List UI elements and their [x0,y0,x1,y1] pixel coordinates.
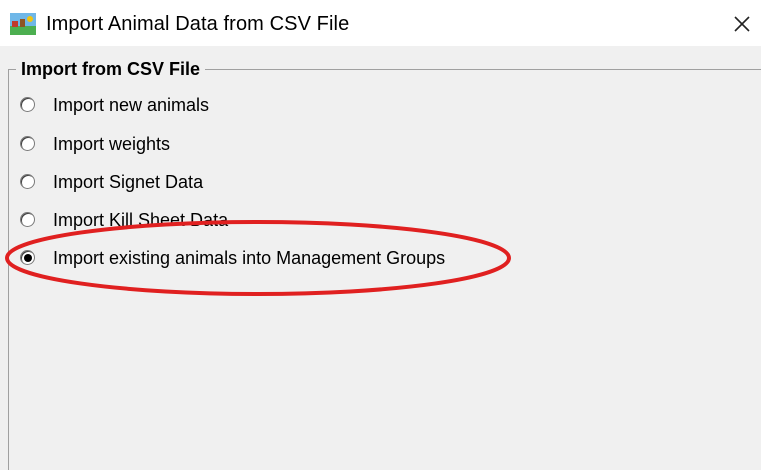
group-legend: Import from CSV File [16,58,206,80]
option-label: Import existing animals into Management … [53,248,446,268]
radio-button[interactable] [20,212,35,227]
radio-button-selected[interactable] [20,250,35,265]
option-label: Import Signet Data [53,172,204,192]
option-label: Import new animals [53,95,210,115]
radio-button[interactable] [20,97,35,112]
title-bar: Import Animal Data from CSV File [0,0,761,46]
radio-button[interactable] [20,174,35,189]
option-label: Import Kill Sheet Data [53,210,229,230]
close-icon[interactable] [726,8,758,40]
window-title: Import Animal Data from CSV File [46,13,350,35]
radio-button[interactable] [20,136,35,151]
app-landscape-icon [10,13,36,35]
dialog-body: Import from CSV File Import new animals … [0,46,761,470]
option-label: Import weights [53,134,171,154]
